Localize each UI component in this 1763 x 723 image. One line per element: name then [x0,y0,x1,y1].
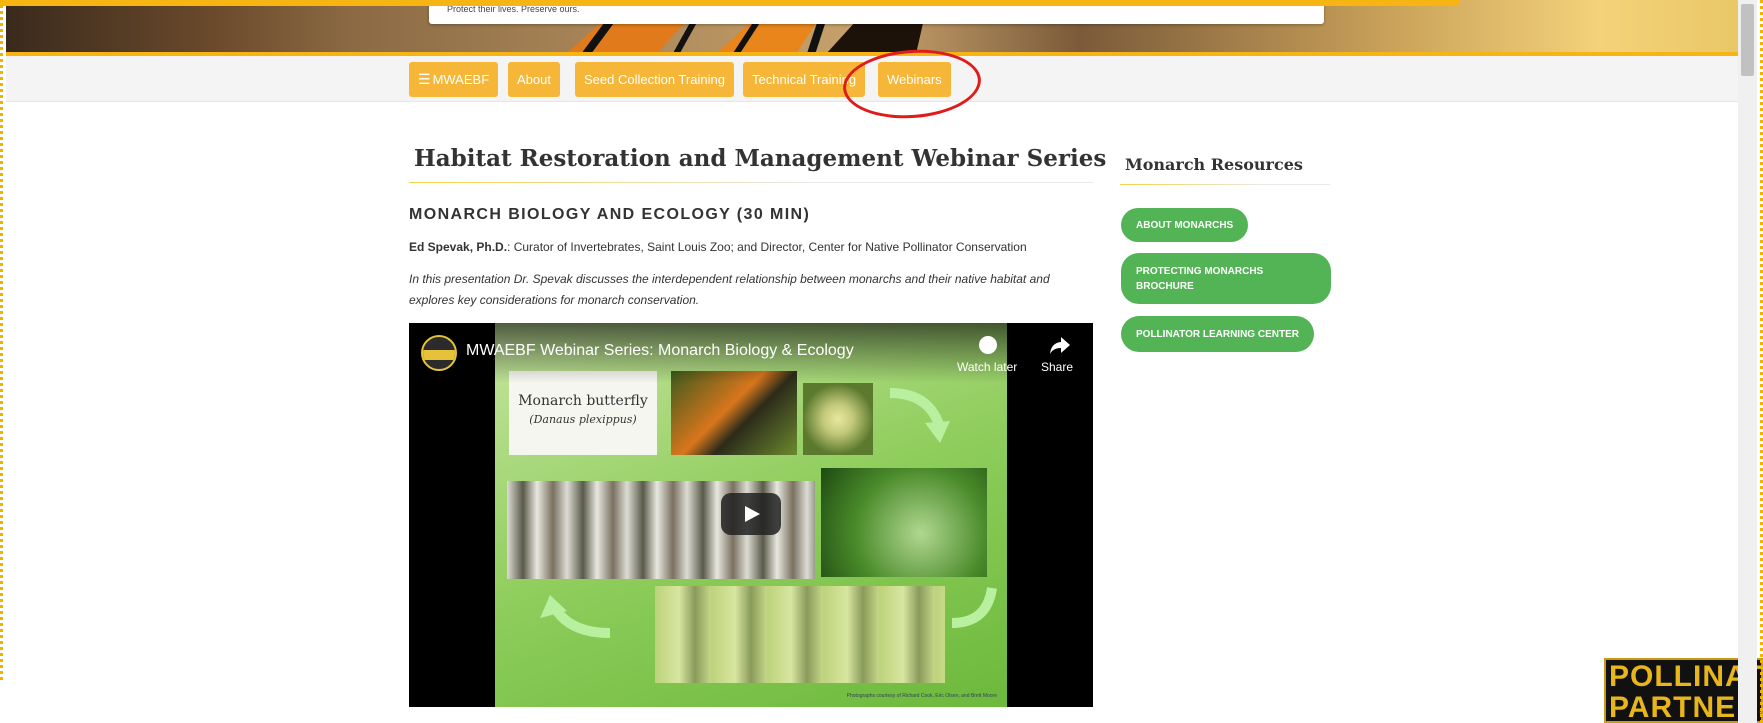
nav-label: MWAEBF [432,72,490,87]
slide-title-box: Monarch butterfly (Danaus plexippus) [509,371,657,455]
page-root: Protect their lives. Preserve ours. ☰ MWA… [0,0,1763,723]
nav-menu-mwaebf[interactable]: ☰ MWAEBF [409,62,499,97]
hero-banner-image: Protect their lives. Preserve ours. [6,0,1738,54]
lifecycle-arrow-left-icon [540,595,611,638]
egg-photo [803,383,873,455]
page-scrollbar[interactable] [1738,0,1757,723]
speaker-name: Ed Spevak, Ph.D. [409,240,508,254]
slide-credit: Photographs courtesy of Richard Cook, Er… [846,693,997,699]
video-player[interactable]: Monarch butterfly (Danaus plexippus) Pho… [409,323,1093,707]
clock-icon[interactable] [979,336,997,354]
play-icon [745,506,760,522]
sidebar-title: Monarch Resources [1125,155,1303,174]
share-arrow-icon[interactable] [1049,335,1071,355]
video-top-bar: MWAEBF Webinar Series: Monarch Biology &… [409,323,1093,383]
video-title[interactable]: MWAEBF Webinar Series: Monarch Biology &… [466,342,854,360]
slide-subtitle: (Danaus plexippus) [529,413,637,426]
speaker-role: : Curator of Invertebrates, Saint Louis … [507,240,1027,254]
nav-item-about[interactable]: About [508,62,560,97]
watch-later-button[interactable]: Watch later [957,360,1017,374]
play-button[interactable] [721,493,781,535]
page-title: Habitat Restoration and Management Webin… [414,145,1107,172]
frame-edge-right [1757,0,1763,723]
caterpillar-photo [821,468,987,577]
slide-title: Monarch butterfly [518,393,648,409]
larva-photo-strip [655,586,945,683]
butterfly-photo [671,371,797,455]
lifecycle-arrow-right-icon [951,587,997,628]
protecting-monarchs-brochure-button[interactable]: PROTECTING MONARCHS BROCHURE [1121,253,1331,304]
lifecycle-arrow-icon [889,388,950,443]
title-divider [409,182,1093,183]
webinar-description: In this presentation Dr. Spevak discusse… [409,272,1050,307]
hamburger-menu-icon: ☰ [418,71,431,87]
pollinator-learning-center-button[interactable]: POLLINATOR LEARNING CENTER [1121,316,1314,352]
speaker-line: Ed Spevak, Ph.D.: Curator of Invertebrat… [409,240,1027,254]
share-button[interactable]: Share [1041,360,1073,374]
channel-logo-icon[interactable] [421,335,457,371]
frame-edge-left [0,0,4,680]
sidebar-divider [1120,184,1330,185]
about-monarchs-button[interactable]: ABOUT MONARCHS [1121,208,1249,242]
scrollbar-thumb[interactable] [1741,4,1754,76]
nav-item-seed-collection-training[interactable]: Seed Collection Training [575,62,734,97]
section-heading: MONARCH BIOLOGY AND ECOLOGY (30 MIN) [409,206,811,223]
top-accent-bar [0,0,1460,6]
